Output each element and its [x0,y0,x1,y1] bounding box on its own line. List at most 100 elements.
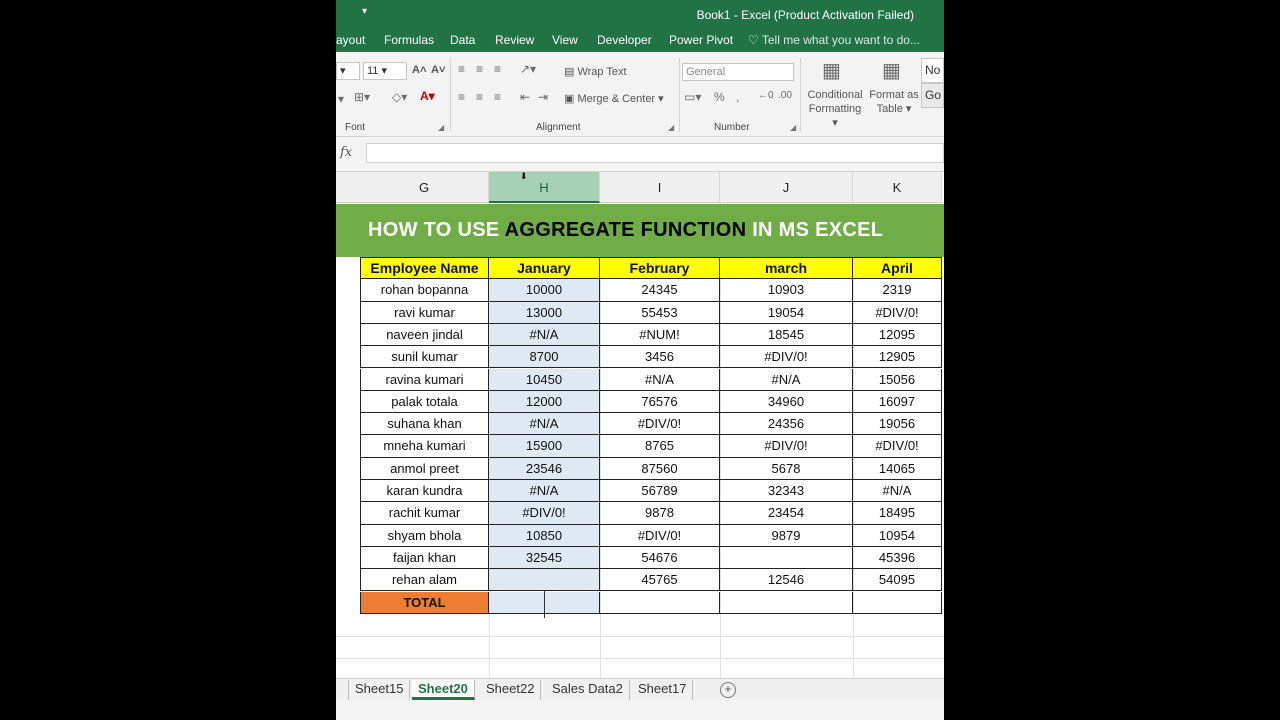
table-cell-apr[interactable]: 15056 [853,368,942,391]
table-cell-jan[interactable]: #DIV/0! [489,502,600,525]
sheet-tab-sheet17[interactable]: Sheet17 [632,680,694,700]
align-right-icon[interactable]: ≡ [494,90,501,104]
increase-decimal-icon[interactable]: ←0 [758,90,774,101]
table-cell-jan[interactable]: 10850 [489,524,600,547]
table-cell-name[interactable]: rohan bopanna [360,279,489,302]
table-cell-name[interactable]: rehan alam [360,569,489,592]
table-cell-apr[interactable]: 2319 [853,279,942,302]
align-top-icon[interactable]: ≡ [458,62,465,76]
table-cell-feb[interactable]: 87560 [600,457,720,480]
table-cell-apr[interactable]: 54095 [853,569,942,592]
table-cell-apr[interactable]: 14065 [853,457,942,480]
column-header-i[interactable]: I [600,172,720,203]
table-cell-mar[interactable]: 18545 [720,323,853,347]
sheet-tab-sales-data2[interactable]: Sales Data2 [546,680,630,700]
tab-power-pivot[interactable]: Power Pivot [669,33,733,47]
table-cell-name[interactable]: suhana khan [360,413,489,436]
increase-indent-icon[interactable]: ⇥ [538,90,548,104]
table-cell-apr[interactable]: #DIV/0! [853,435,942,458]
table-cell-jan[interactable]: 10000 [489,279,600,302]
align-bottom-icon[interactable]: ≡ [494,62,501,76]
table-cell-apr[interactable]: #N/A [853,480,942,503]
underline-dropdown-icon[interactable]: ▾ [338,92,344,106]
table-cell-apr[interactable]: #DIV/0! [853,301,942,324]
table-cell-name[interactable]: anmol preet [360,457,489,480]
font-color-icon[interactable]: A▾ [420,89,435,103]
table-cell-mar[interactable]: #N/A [720,368,853,391]
table-cell-apr[interactable]: 16097 [853,390,942,414]
table-cell-name[interactable]: sunil kumar [360,346,489,369]
fill-color-icon[interactable]: ◇▾ [392,90,407,104]
number-format-dropdown[interactable]: General [682,63,794,81]
table-cell-mar[interactable]: #DIV/0! [720,346,853,369]
percent-icon[interactable]: % [714,90,725,104]
column-header-k[interactable]: K [853,172,942,203]
tab-developer[interactable]: Developer [597,33,652,47]
table-cell-feb[interactable]: #N/A [600,368,720,391]
table-cell-mar[interactable]: 19054 [720,301,853,324]
style-normal-cell[interactable]: No [921,58,944,83]
select-all-corner[interactable] [336,172,360,203]
table-cell-name[interactable]: ravi kumar [360,301,489,324]
sheet-tab-sheet22[interactable]: Sheet22 [480,680,542,700]
merge-center-button[interactable]: ▣ Merge & Center ▾ [564,92,664,105]
table-cell-jan[interactable]: 15900 [489,435,600,458]
table-cell-feb[interactable]: 54676 [600,546,720,570]
quick-access-dropdown-icon[interactable]: ▾ [362,6,367,17]
table-cell-name[interactable]: mneha kumari [360,435,489,458]
table-cell-jan[interactable]: 10450 [489,368,600,391]
total-cell-apr[interactable] [853,591,942,614]
tab-review[interactable]: Review [495,33,534,47]
table-cell-apr[interactable]: 12095 [853,323,942,347]
table-cell-jan[interactable]: 12000 [489,390,600,414]
table-cell-apr[interactable]: 18495 [853,502,942,525]
header-cell-jan[interactable]: January [489,257,600,280]
table-cell-feb[interactable]: 9878 [600,502,720,525]
tab-page-layout[interactable]: ayout [336,33,365,47]
table-cell-apr[interactable]: 19056 [853,413,942,436]
table-cell-feb[interactable]: #DIV/0! [600,524,720,547]
table-cell-name[interactable]: ravina kumari [360,368,489,391]
font-size-dropdown[interactable]: 11 ▾ [363,62,407,80]
table-cell-name[interactable]: karan kundra [360,480,489,503]
table-cell-jan[interactable]: 23546 [489,457,600,480]
table-cell-apr[interactable]: 10954 [853,524,942,547]
table-cell-name[interactable]: rachit kumar [360,502,489,525]
header-cell-feb[interactable]: February [600,257,720,280]
font-name-dropdown[interactable]: ▾ [336,62,360,80]
header-cell-mar[interactable]: march [720,257,853,280]
table-cell-feb[interactable]: #NUM! [600,323,720,347]
tell-me-search[interactable]: ♡ Tell me what you want to do... [748,33,920,47]
table-cell-name[interactable]: palak totala [360,390,489,414]
table-cell-mar[interactable]: 32343 [720,480,853,503]
table-cell-feb[interactable]: 8765 [600,435,720,458]
number-launcher-icon[interactable]: ◢ [790,123,796,132]
table-cell-mar[interactable]: 34960 [720,390,853,414]
tab-data[interactable]: Data [450,33,475,47]
total-cell-feb[interactable] [600,591,720,614]
add-sheet-icon[interactable]: + [720,682,736,698]
alignment-launcher-icon[interactable]: ◢ [668,123,674,132]
column-header-h[interactable]: H [489,172,600,203]
table-cell-jan[interactable]: #N/A [489,413,600,436]
increase-font-icon[interactable]: A˄ [412,64,426,76]
table-cell-feb[interactable]: 55453 [600,301,720,324]
table-cell-feb[interactable]: 45765 [600,569,720,592]
accounting-format-icon[interactable]: ▭▾ [684,90,701,104]
tab-view[interactable]: View [552,33,578,47]
tab-formulas[interactable]: Formulas [384,33,434,47]
table-cell-feb[interactable]: 76576 [600,390,720,414]
table-cell-mar[interactable] [720,546,853,570]
decrease-decimal-icon[interactable]: .00 [778,90,792,101]
table-cell-mar[interactable]: 23454 [720,502,853,525]
table-cell-name[interactable]: naveen jindal [360,323,489,347]
format-as-table-button[interactable]: Format as Table ▾ [868,88,920,116]
style-good-cell[interactable]: Go [921,83,944,108]
table-cell-mar[interactable]: 10903 [720,279,853,302]
table-cell-feb[interactable]: 3456 [600,346,720,369]
table-cell-mar[interactable]: 12546 [720,569,853,592]
decrease-font-icon[interactable]: A˅ [431,64,445,76]
total-label-cell[interactable]: TOTAL [360,591,489,614]
align-left-icon[interactable]: ≡ [458,90,465,104]
table-cell-jan[interactable]: 13000 [489,301,600,324]
